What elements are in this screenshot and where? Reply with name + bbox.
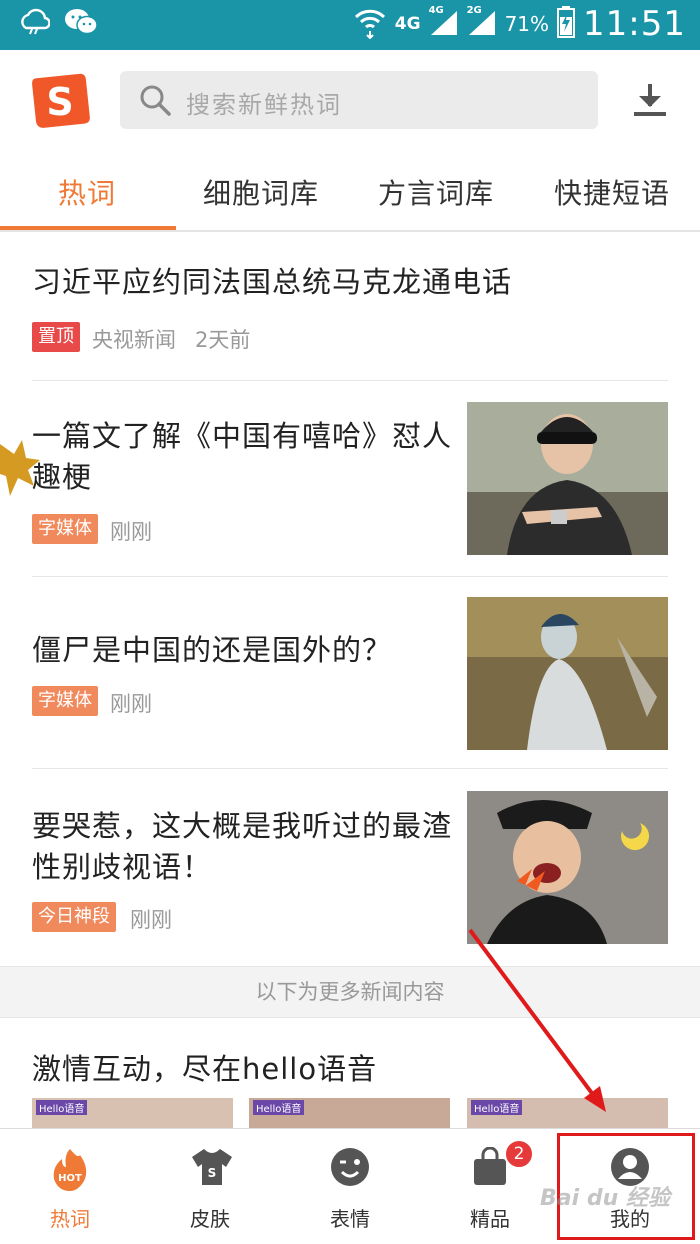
annotation-arrow — [468, 928, 606, 1112]
